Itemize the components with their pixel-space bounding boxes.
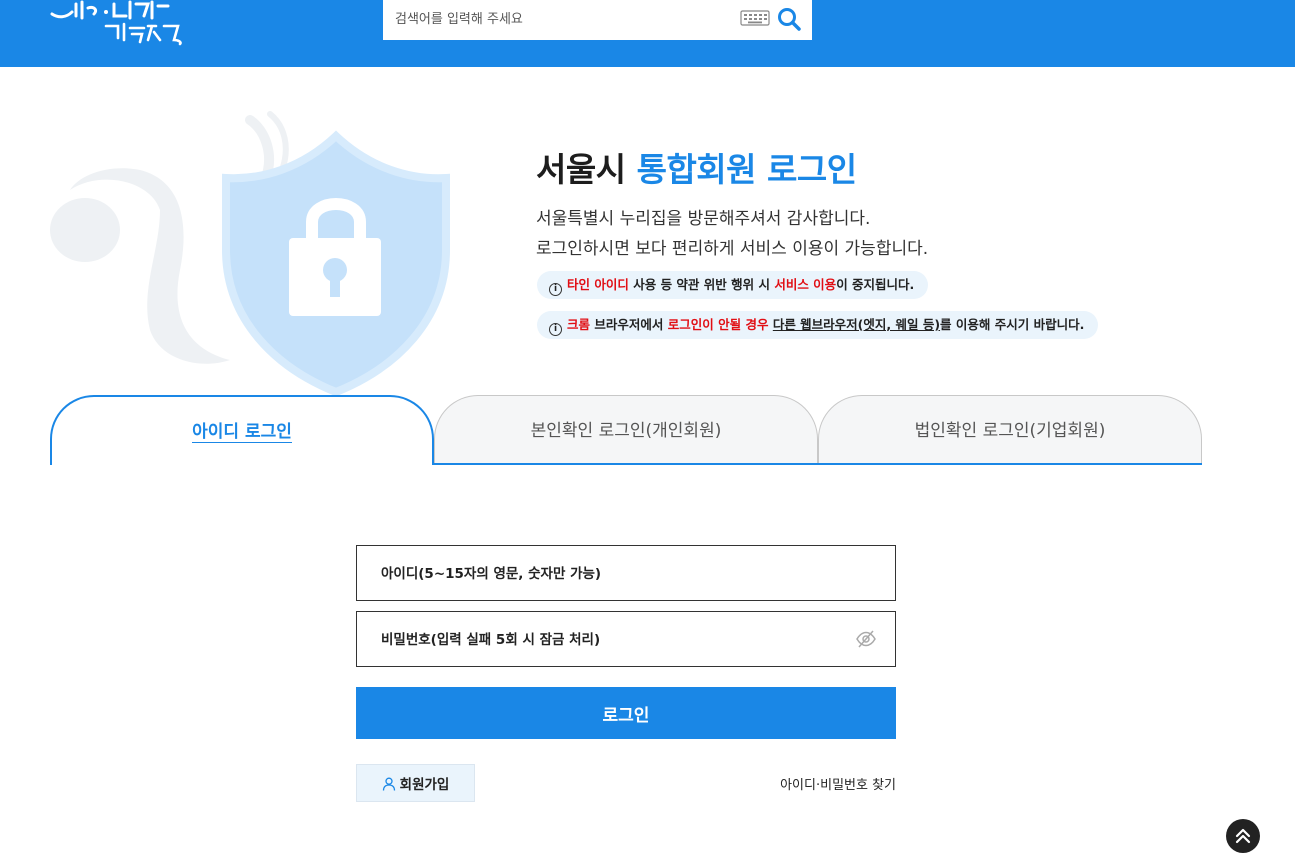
notice-text: 를 이용해 주시기 바랍니다. <box>940 317 1085 332</box>
notice-highlight: 서비스 이용 <box>774 277 837 292</box>
scroll-to-top-button[interactable] <box>1226 819 1260 853</box>
notice-highlight: 로그인이 안될 경우 <box>667 317 769 332</box>
page-title-accent: 통합회원 로그인 <box>636 150 858 189</box>
site-header <box>0 0 1295 67</box>
seoul-logo[interactable] <box>48 0 188 48</box>
notice-highlight: 크롬 <box>567 317 591 332</box>
id-field <box>356 545 896 601</box>
search-box <box>383 0 812 40</box>
tab-underline <box>433 463 1202 465</box>
tab-corporate-verify-login[interactable]: 법인확인 로그인(기업회원) <box>818 395 1202 465</box>
find-id-password-link[interactable]: 아이디·비밀번호 찾기 <box>780 774 896 793</box>
notice-text: 브라우저에서 <box>590 317 668 332</box>
user-icon <box>382 777 395 791</box>
signup-label: 회원가입 <box>399 777 450 793</box>
keyboard-icon[interactable] <box>740 10 770 26</box>
tab-label: 아이디 로그인 <box>192 422 292 443</box>
page-title-main: 서울시 <box>536 150 637 189</box>
notice-text: 이 중지됩니다. <box>836 277 915 292</box>
password-field <box>356 611 896 667</box>
seoul-logo-image <box>50 0 182 46</box>
notice-underline: 다른 웹브라우저(엣지, 웨일 등) <box>772 317 941 332</box>
signup-button[interactable]: 회원가입 <box>356 764 475 802</box>
page-title: 서울시 통합회원 로그인 <box>536 143 857 191</box>
security-shield-illustration <box>40 100 460 400</box>
page-description: 서울특별시 누리집을 방문해주셔서 감사합니다. 로그인하시면 보다 편리하게 … <box>536 204 928 264</box>
tab-personal-verify-login[interactable]: 본인확인 로그인(개인회원) <box>434 395 818 465</box>
tab-label: 법인확인 로그인(기업회원) <box>914 421 1106 441</box>
notice-terms-violation: i 타인 아이디 사용 등 약관 위반 행위 시 서비스 이용이 중지됩니다. <box>537 271 929 299</box>
id-input[interactable] <box>381 562 841 586</box>
notice-highlight: 타인 아이디 <box>567 277 629 292</box>
description-line-1: 서울특별시 누리집을 방문해주셔서 감사합니다. <box>536 209 871 229</box>
info-icon: i <box>549 323 562 336</box>
search-icon[interactable] <box>776 6 802 32</box>
tab-label: 본인확인 로그인(개인회원) <box>530 421 722 441</box>
double-chevron-up-icon <box>1235 828 1251 844</box>
login-type-tabs: 본인확인 로그인(개인회원) 법인확인 로그인(기업회원) 아이디 로그인 <box>50 395 1202 465</box>
shield-lock-icon <box>50 111 450 397</box>
eye-off-icon[interactable] <box>855 629 877 649</box>
notice-browser: i 크롬 브라우저에서 로그인이 안될 경우 다른 웹브라우저(엣지, 웨일 등)… <box>537 311 1099 339</box>
search-input[interactable] <box>395 8 735 30</box>
password-input[interactable] <box>381 628 841 652</box>
tab-id-login[interactable]: 아이디 로그인 <box>50 395 434 465</box>
description-line-2: 로그인하시면 보다 편리하게 서비스 이용이 가능합니다. <box>536 239 929 259</box>
info-icon: i <box>549 283 562 296</box>
login-button[interactable]: 로그인 <box>356 687 896 739</box>
notice-text: 사용 등 약관 위반 행위 시 <box>628 277 775 292</box>
